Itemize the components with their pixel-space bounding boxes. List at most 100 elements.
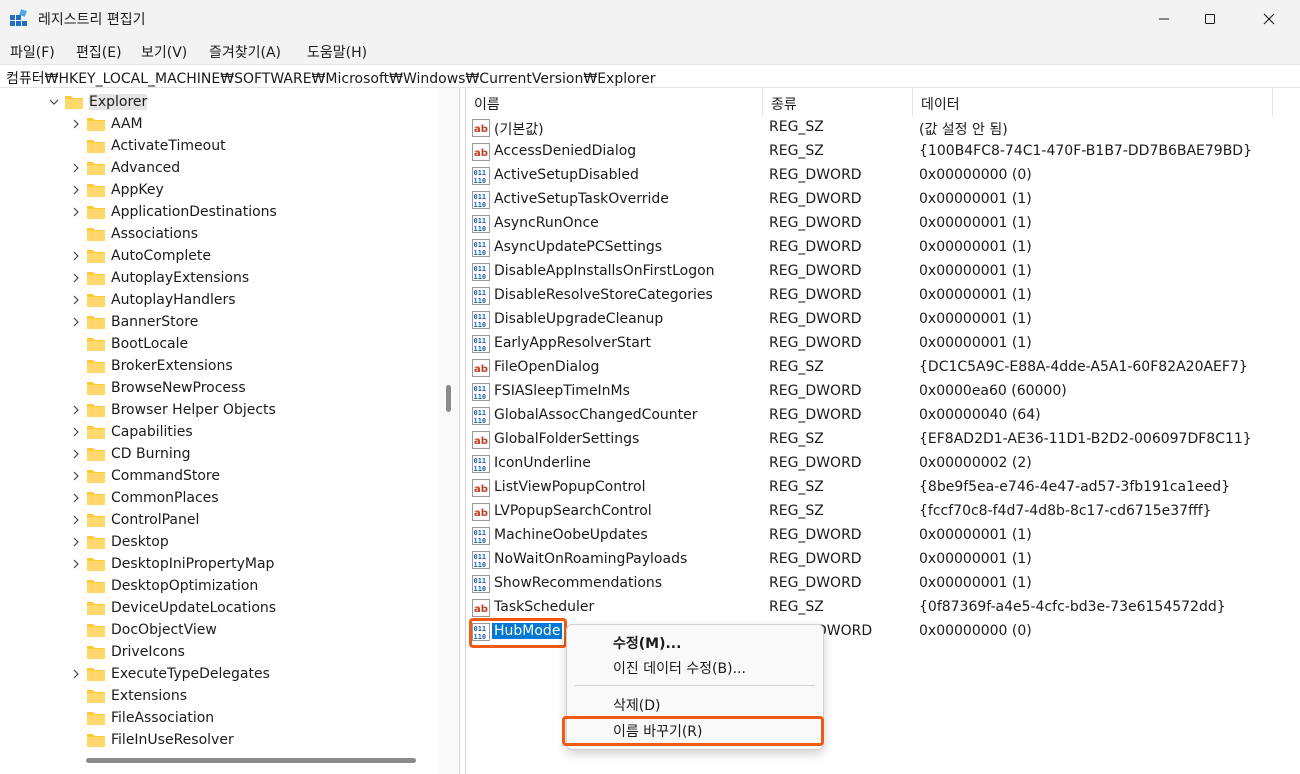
chevron-right-icon[interactable] [70, 536, 82, 548]
tree-vertical-scroll-thumb[interactable] [446, 385, 451, 412]
menu-edit[interactable]: 편집(E) [76, 42, 122, 62]
binary-value-icon: 011110 [472, 311, 490, 329]
tree-node[interactable]: AAM [70, 113, 143, 135]
tree-node[interactable]: Capabilities [70, 421, 193, 443]
tree-node[interactable]: DocObjectView [70, 619, 217, 641]
chevron-right-icon[interactable] [70, 558, 82, 570]
tree-node[interactable]: Browser Helper Objects [70, 399, 276, 421]
chevron-right-icon[interactable] [70, 294, 82, 306]
tree-node[interactable]: DriveIcons [70, 641, 185, 663]
table-row[interactable]: ab ListViewPopupControl REG_SZ {8be9f5ea-e7… [466, 476, 1300, 500]
chevron-right-icon[interactable] [70, 206, 82, 218]
tree-node[interactable]: FileInUseResolver [70, 729, 234, 751]
table-row[interactable]: 011 110 EarlyAppResolverStart REG_DWORD 0x00… [466, 332, 1300, 356]
table-row[interactable]: 011 110 DisableAppInstallsOnFirstLogon REG_… [466, 260, 1300, 284]
chevron-right-icon[interactable] [70, 514, 82, 526]
table-row[interactable]: 011 110 GlobalAssocChangedCounter REG_DWORD… [466, 404, 1300, 428]
table-row[interactable]: 011 110 IconUnderline REG_DWORD 0x00000002 (… [466, 452, 1300, 476]
address-bar[interactable]: 컴퓨터₩HKEY_LOCAL_MACHINE₩SOFTWARE₩Microsof… [0, 64, 1300, 88]
chevron-right-icon[interactable] [70, 448, 82, 460]
tree-node[interactable]: BrowseNewProcess [70, 377, 246, 399]
tree-node[interactable]: AutoplayHandlers [70, 289, 236, 311]
chevron-right-icon[interactable] [70, 470, 82, 482]
column-header-type[interactable]: 종류 [763, 88, 913, 116]
maximize-button[interactable] [1187, 0, 1233, 38]
tree-node[interactable]: ControlPanel [70, 509, 199, 531]
table-row[interactable]: 011 110 AsyncRunOnce REG_DWORD 0x00000001 (1… [466, 212, 1300, 236]
close-button[interactable] [1246, 0, 1292, 38]
tree-vertical-scrollbar[interactable] [438, 88, 459, 774]
context-menu-delete[interactable]: 삭제(D) [613, 695, 660, 715]
chevron-right-icon[interactable] [70, 162, 82, 174]
table-row[interactable]: ab (기본값) REG_SZ (값 설정 안 됨) [466, 116, 1300, 140]
tree-node[interactable]: DesktopIniPropertyMap [70, 553, 274, 575]
tree-node[interactable]: AutoplayExtensions [70, 267, 249, 289]
chevron-right-icon[interactable] [70, 426, 82, 438]
folder-icon [87, 734, 105, 747]
table-row[interactable]: ab TaskScheduler REG_SZ {0f87369f-a4e5-4cfc… [466, 596, 1300, 620]
table-row[interactable]: 011 110 DisableResolveStoreCategories REG_D… [466, 284, 1300, 308]
chevron-down-icon[interactable] [48, 96, 60, 108]
tree-node[interactable]: Associations [70, 223, 198, 245]
address-path[interactable]: 컴퓨터₩HKEY_LOCAL_MACHINE₩SOFTWARE₩Microsof… [6, 68, 656, 88]
tree-node[interactable]: ExecuteTypeDelegates [70, 663, 270, 685]
context-menu-modify-binary[interactable]: 이진 데이터 수정(B)... [613, 658, 746, 678]
table-row[interactable]: 011 110 ActiveSetupDisabled REG_DWORD 0x0000… [466, 164, 1300, 188]
tree-node-label: BootLocale [111, 336, 189, 352]
value-data: 0x00000000 (0) [919, 167, 1032, 183]
menu-file[interactable]: 파일(F) [10, 42, 55, 62]
tree-node[interactable]: AppKey [70, 179, 164, 201]
table-row[interactable]: 011 110 FSIASleepTimeInMs REG_DWORD 0x0000ea… [466, 380, 1300, 404]
menu-help[interactable]: 도움말(H) [307, 42, 367, 62]
tree-node[interactable]: BrokerExtensions [70, 355, 233, 377]
table-row[interactable]: ab GlobalFolderSettings REG_SZ {EF8AD2D1-AE… [466, 428, 1300, 452]
tree-node[interactable]: Advanced [70, 157, 180, 179]
column-header-data[interactable]: 데이터 [913, 88, 1273, 116]
context-menu-modify[interactable]: 수정(M)... [613, 633, 681, 653]
table-row[interactable]: 011 110 MachineOobeUpdates REG_DWORD 0x00000… [466, 524, 1300, 548]
tree-node[interactable]: DesktopOptimization [70, 575, 258, 597]
table-row[interactable]: 011 110 ShowRecommendations REG_DWORD 0x0000… [466, 572, 1300, 596]
folder-icon [87, 404, 105, 417]
value-type: DWORD [816, 623, 873, 639]
table-row[interactable]: 011 110 DisableUpgradeCleanup REG_DWORD 0x00… [466, 308, 1300, 332]
binary-value-icon: 011110 [472, 239, 490, 257]
tree-horizontal-scroll-thumb[interactable] [86, 758, 416, 763]
tree-node[interactable]: FileAssociation [70, 707, 214, 729]
svg-text:110: 110 [474, 465, 487, 473]
menu-view[interactable]: 보기(V) [141, 42, 187, 62]
chevron-right-icon[interactable] [70, 272, 82, 284]
tree-node[interactable]: Extensions [70, 685, 187, 707]
tree-node[interactable]: CommandStore [70, 465, 220, 487]
svg-text:ab: ab [474, 148, 488, 159]
tree-node[interactable]: AutoComplete [70, 245, 211, 267]
svg-text:011: 011 [474, 193, 487, 201]
minimize-button[interactable] [1141, 0, 1187, 38]
menu-favorites[interactable]: 즐겨찾기(A) [209, 42, 281, 62]
tree-node-explorer[interactable]: Explorer [48, 91, 148, 113]
table-row[interactable]: 011 110 ActiveSetupTaskOverride REG_DWORD 0x… [466, 188, 1300, 212]
chevron-right-icon[interactable] [70, 492, 82, 504]
table-row[interactable]: ab LVPopupSearchControl REG_SZ {fccf70c8-f4… [466, 500, 1300, 524]
table-row[interactable]: ab AccessDeniedDialog REG_SZ {100B4FC8-74C1… [466, 140, 1300, 164]
table-row[interactable]: ab FileOpenDialog REG_SZ {DC1C5A9C-E88A-4dd… [466, 356, 1300, 380]
tree-pane[interactable]: Explorer AAM ActivateTimeout Advanced AppKe… [0, 88, 460, 774]
tree-node[interactable]: CommonPlaces [70, 487, 219, 509]
tree-node[interactable]: Desktop [70, 531, 169, 553]
tree-node[interactable]: ApplicationDestinations [70, 201, 277, 223]
table-row[interactable]: 011 110 NoWaitOnRoamingPayloads REG_DWORD 0x… [466, 548, 1300, 572]
chevron-right-icon[interactable] [70, 316, 82, 328]
tree-node[interactable]: BannerStore [70, 311, 198, 333]
chevron-right-icon[interactable] [70, 118, 82, 130]
tree-node[interactable]: ActivateTimeout [70, 135, 226, 157]
chevron-right-icon[interactable] [70, 668, 82, 680]
tree-node[interactable]: DeviceUpdateLocations [70, 597, 276, 619]
column-header-name[interactable]: 이름 [466, 88, 763, 116]
chevron-right-icon[interactable] [70, 184, 82, 196]
tree-node[interactable]: CD Burning [70, 443, 191, 465]
chevron-right-icon[interactable] [70, 404, 82, 416]
chevron-right-icon[interactable] [70, 250, 82, 262]
tree-node[interactable]: BootLocale [70, 333, 188, 355]
value-data: 0x00000001 (1) [919, 551, 1032, 567]
table-row[interactable]: 011 110 AsyncUpdatePCSettings REG_DWORD 0x00… [466, 236, 1300, 260]
